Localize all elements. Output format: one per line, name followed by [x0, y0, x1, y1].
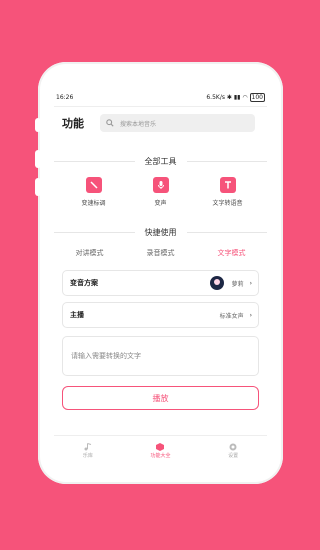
phone-side-button	[35, 178, 41, 196]
status-bar: 16:26 6.5K/s ✱ ▮▮ ◠ 100	[54, 88, 267, 107]
tab-settings-label: 设置	[228, 452, 239, 459]
search-input[interactable]: 搜索本地音乐	[100, 114, 255, 132]
text-input-placeholder: 请输入需要转换的文字	[71, 352, 141, 360]
tab-text-mode[interactable]: 文字模式	[218, 248, 246, 258]
chevron-right-icon: ›	[249, 279, 252, 287]
page-title: 功能	[62, 117, 84, 130]
music-note-icon	[84, 442, 91, 450]
anchor-value: 标准女声	[219, 312, 244, 320]
magic-wand-icon	[85, 177, 102, 193]
voice-scheme-label: 变音方案	[70, 279, 98, 287]
anchor-label: 主播	[70, 311, 84, 319]
section-all-tools: 全部工具	[54, 156, 267, 167]
microphone-icon	[152, 177, 169, 193]
signal-icon: ▮▮	[233, 93, 241, 101]
tool-speed-pitch[interactable]: 变速标调	[60, 177, 127, 207]
phone-side-button	[35, 118, 41, 132]
tab-features-label: 功能大全	[150, 452, 171, 459]
search-placeholder: 搜索本地音乐	[120, 120, 157, 128]
voice-scheme-value: 萝莉	[231, 280, 244, 288]
text-icon	[219, 177, 236, 193]
mode-tabs: 对讲模式 录音模式 文字模式	[54, 248, 267, 258]
status-time: 16:26	[56, 93, 74, 101]
tab-library-label: 乐库	[82, 452, 93, 459]
tool-text-to-speech-label: 文字转语音	[212, 200, 243, 207]
chevron-right-icon: ›	[249, 311, 252, 319]
text-input[interactable]: 请输入需要转换的文字	[62, 336, 259, 376]
tab-settings[interactable]: 设置	[228, 442, 238, 459]
search-icon	[106, 119, 114, 127]
bluetooth-icon: ✱	[226, 93, 232, 101]
battery-icon: 100	[249, 92, 265, 102]
tool-text-to-speech[interactable]: 文字转语音	[194, 177, 261, 207]
voice-scheme-right: 萝莉 ›	[209, 276, 252, 290]
divider	[186, 161, 267, 162]
divider	[186, 232, 267, 233]
divider	[54, 161, 135, 162]
section-quick-use: 快捷使用	[54, 227, 267, 238]
tab-library[interactable]: 乐库	[83, 442, 93, 459]
box-icon	[156, 442, 165, 451]
tab-features[interactable]: 功能大全	[150, 442, 170, 459]
section-quick-use-title: 快捷使用	[144, 228, 177, 237]
tab-walkie-mode[interactable]: 对讲模式	[76, 248, 104, 258]
wifi-icon: ◠	[242, 93, 248, 101]
anchor-row[interactable]: 主播 标准女声 ›	[62, 302, 259, 328]
tool-voice-changer[interactable]: 变声	[127, 177, 194, 207]
tool-voice-changer-label: 变声	[154, 200, 167, 207]
app-screen: 16:26 6.5K/s ✱ ▮▮ ◠ 100 功能 搜索本地音乐 全部工具 变…	[54, 88, 267, 464]
voice-scheme-row[interactable]: 变音方案 萝莉 ›	[62, 270, 259, 296]
tools-grid: 变速标调 变声 文字转语音	[54, 177, 267, 207]
divider	[54, 232, 135, 233]
phone-side-button	[35, 150, 41, 168]
play-button[interactable]: 播放	[62, 386, 259, 410]
anchor-right: 标准女声 ›	[220, 311, 252, 320]
battery-level: 100	[251, 93, 263, 101]
tool-speed-pitch-label: 变速标调	[81, 200, 106, 207]
status-right: 6.5K/s ✱ ▮▮ ◠ 100	[206, 92, 265, 102]
avatar	[209, 276, 224, 290]
section-all-tools-title: 全部工具	[144, 157, 177, 166]
tab-recording-mode[interactable]: 录音模式	[147, 248, 175, 258]
header: 功能 搜索本地音乐	[54, 110, 267, 136]
gear-icon	[229, 443, 237, 450]
status-net: 6.5K/s	[206, 93, 225, 101]
bottom-tabbar: 乐库 功能大全 设置	[54, 435, 267, 464]
